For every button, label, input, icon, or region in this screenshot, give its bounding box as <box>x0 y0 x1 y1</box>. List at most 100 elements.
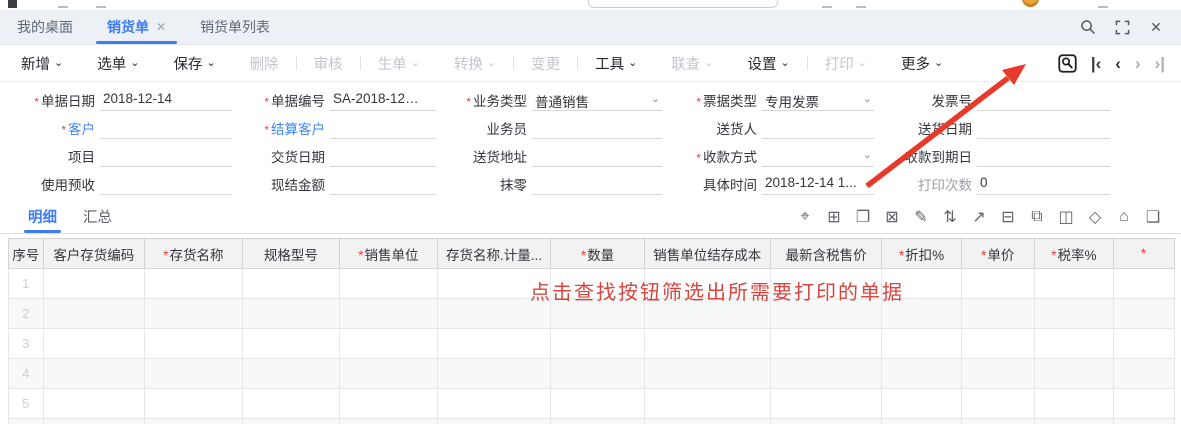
grid-cell[interactable] <box>961 329 1034 359</box>
grid-cell[interactable] <box>644 419 770 424</box>
grid-cell[interactable] <box>1114 299 1175 329</box>
delivery-address-input[interactable] <box>532 145 662 167</box>
edit-icon[interactable]: ✎ <box>911 207 931 227</box>
grid-cell[interactable] <box>43 299 145 329</box>
grid-cell[interactable] <box>644 359 770 389</box>
grid-cell[interactable] <box>1034 269 1113 299</box>
settle-customer-input[interactable] <box>330 117 436 139</box>
bill-date-input[interactable]: 2018-12-14 <box>100 89 232 111</box>
grid-cell[interactable] <box>340 359 438 389</box>
grid-cell[interactable] <box>145 269 243 299</box>
grid-cell[interactable] <box>961 299 1034 329</box>
grid-cell[interactable] <box>1034 419 1113 424</box>
grid-cell[interactable] <box>961 389 1034 419</box>
fullscreen-icon[interactable] <box>1105 10 1139 44</box>
grid-cell[interactable] <box>644 389 770 419</box>
bill-no-input[interactable]: SA-2018-12-0004 <box>330 89 436 111</box>
salesman-input[interactable] <box>532 117 662 139</box>
insert-row-icon[interactable]: ⊞ <box>824 207 844 227</box>
tab-sales-order-list[interactable]: 销货单列表 <box>183 10 287 44</box>
grid-cell[interactable] <box>437 389 551 419</box>
grid-cell[interactable] <box>1034 389 1113 419</box>
copy-icon[interactable]: ❐ <box>853 207 873 227</box>
layout-icon[interactable]: ⊟ <box>998 207 1018 227</box>
grid-cell[interactable] <box>242 269 340 299</box>
grid-cell[interactable] <box>551 329 644 359</box>
customer-label[interactable]: *客户 <box>0 118 100 138</box>
grid-cell[interactable] <box>1114 329 1175 359</box>
close-icon[interactable]: ✕ <box>1139 10 1173 44</box>
trend-chart-icon[interactable]: ↗ <box>969 207 989 227</box>
titlebar-search-box-partial[interactable] <box>588 0 778 8</box>
grid-cell[interactable] <box>145 419 243 424</box>
export-icon[interactable]: ⧉ <box>1027 207 1047 227</box>
grid-cell[interactable] <box>43 389 145 419</box>
deliverer-input[interactable] <box>762 117 874 139</box>
grid-cell[interactable] <box>242 299 340 329</box>
grid-cell[interactable] <box>242 419 340 424</box>
grid-cell[interactable] <box>145 299 243 329</box>
grid-cell[interactable] <box>961 359 1034 389</box>
detail-tab-summary[interactable]: 汇总 <box>83 200 112 233</box>
tab-my-desktop[interactable]: 我的桌面 <box>0 10 90 44</box>
warehouse-icon[interactable]: ⌂ <box>1114 207 1134 227</box>
tools-button[interactable]: 工具⌄ <box>578 53 654 74</box>
delivery-date-input[interactable] <box>977 117 1110 139</box>
grid-cell[interactable] <box>770 329 882 359</box>
search-icon[interactable] <box>1071 10 1105 44</box>
grid-cell[interactable] <box>437 359 551 389</box>
grid-cell[interactable] <box>340 329 438 359</box>
grid-cell[interactable] <box>961 269 1034 299</box>
rounding-input[interactable] <box>532 173 662 195</box>
grid-cell[interactable] <box>770 389 882 419</box>
grid-cell[interactable] <box>145 329 243 359</box>
detail-tab-detail[interactable]: 明细 <box>28 200 57 233</box>
prev-record-icon[interactable]: ‹ <box>1115 55 1121 72</box>
save-button[interactable]: 保存⌄ <box>156 53 232 74</box>
grid-cell[interactable] <box>882 389 961 419</box>
cash-amount-input[interactable] <box>330 173 436 195</box>
grid-cell[interactable] <box>551 359 644 389</box>
grid-cell[interactable] <box>1114 389 1175 419</box>
chevron-down-icon[interactable]: ⌄ <box>863 92 872 105</box>
grid-cell[interactable] <box>770 359 882 389</box>
payment-method-input[interactable]: ⌄ <box>762 145 874 167</box>
invoice-type-input[interactable]: 专用发票⌄ <box>762 89 874 111</box>
add-new-button[interactable]: 新增⌄ <box>4 53 80 74</box>
grid-cell[interactable] <box>242 359 340 389</box>
grid-cell[interactable] <box>644 329 770 359</box>
grid-cell[interactable] <box>882 329 961 359</box>
user-avatar-partial[interactable] <box>1022 0 1039 7</box>
grid-cell[interactable] <box>961 419 1034 424</box>
grid-cell[interactable] <box>437 329 551 359</box>
grid-cell[interactable] <box>340 269 438 299</box>
grid-cell[interactable] <box>43 269 145 299</box>
custom-column-icon[interactable]: ◫ <box>1056 207 1076 227</box>
grid-cell[interactable] <box>1034 299 1113 329</box>
chevron-down-icon[interactable]: ⌄ <box>651 92 660 105</box>
grid-cell[interactable] <box>1114 359 1175 389</box>
first-record-icon[interactable]: |‹ <box>1091 55 1101 72</box>
grid-cell[interactable] <box>340 389 438 419</box>
grid-cell[interactable] <box>242 329 340 359</box>
grid-cell[interactable] <box>1034 359 1113 389</box>
grid-cell[interactable] <box>43 329 145 359</box>
location-icon[interactable]: ⌖ <box>795 207 815 227</box>
grid-cell[interactable] <box>145 359 243 389</box>
grid-cell[interactable] <box>551 389 644 419</box>
grid-cell[interactable] <box>340 419 438 424</box>
cart-icon[interactable]: ⇅ <box>940 207 960 227</box>
advance-received-input[interactable] <box>100 173 232 195</box>
expand-icon[interactable]: ❏ <box>1143 207 1163 227</box>
tab-sales-order[interactable]: 销货单✕ <box>90 10 183 44</box>
grid-cell[interactable] <box>882 419 961 424</box>
project-input[interactable] <box>100 145 232 167</box>
invoice-no-input[interactable] <box>977 89 1110 111</box>
grid-cell[interactable] <box>242 389 340 419</box>
tag-icon[interactable]: ◇ <box>1085 207 1105 227</box>
grid-cell[interactable] <box>882 359 961 389</box>
print-count-input[interactable]: 0 <box>977 173 1110 195</box>
tab-close-icon[interactable]: ✕ <box>156 20 166 34</box>
grid-cell[interactable] <box>551 419 644 424</box>
grid-cell[interactable] <box>770 419 882 424</box>
